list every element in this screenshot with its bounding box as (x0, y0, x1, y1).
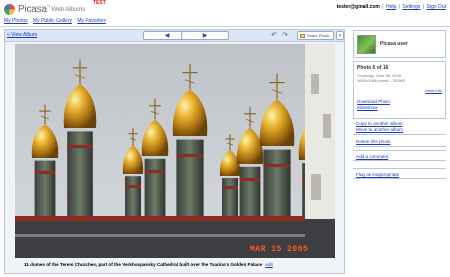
rotate-left-icon[interactable]: ↶ (270, 31, 278, 40)
separator: | (422, 4, 425, 10)
picasa-logo-icon (4, 3, 15, 15)
move-to-album-link[interactable]: Move to another album (356, 127, 443, 133)
user-email: tester@gmail.com (336, 4, 380, 10)
download-links: Download Photo Slideshow (357, 99, 390, 110)
photo-caption: 11 domes of the Terem Churches, part of … (24, 262, 334, 267)
share-photo-button[interactable]: Share Photo (297, 31, 334, 40)
test-badge: TEST (93, 0, 106, 6)
comment-section: Add a comment (353, 150, 446, 161)
next-photo-button[interactable]: ▶ (181, 31, 229, 40)
share-envelope-icon (300, 33, 305, 38)
flag-inappropriate-link[interactable]: Flag as inappropriate (356, 172, 443, 178)
brand-name: Picasa™ (18, 3, 50, 15)
picasa-logo[interactable]: Picasa™ Web Albums TEST (4, 0, 106, 15)
share-photo-label: Share Photo (307, 33, 330, 38)
user-avatar[interactable] (357, 34, 376, 54)
add-comment-link[interactable]: Add a comment (356, 154, 443, 160)
delete-photo-link[interactable]: Delete this photo (356, 139, 443, 145)
main-nav: My Photos My Public Gallery My Favorites (4, 18, 110, 24)
product-name: Web Albums (51, 7, 86, 13)
account-links: tester@gmail.com | Help | Settings | Sig… (337, 4, 446, 10)
caption-text: 11 domes of the Terem Churches, part of … (24, 262, 263, 267)
nav-my-photos[interactable]: My Photos (4, 18, 28, 24)
help-link[interactable]: Help (386, 4, 396, 10)
more-info-link[interactable]: more info (425, 88, 442, 93)
photo-meta: Thursday, June 08, 2006 1600×1066 pixels… (357, 73, 442, 83)
nav-favorites[interactable]: My Favorites (77, 18, 106, 24)
nav-public-gallery[interactable]: My Public Gallery (33, 18, 72, 24)
next-arrow-icon: ▶ (202, 33, 208, 39)
kremlin-domes-photo (15, 44, 335, 258)
photo-date-stamp: MAR 15 2005 (250, 245, 309, 254)
main-photo[interactable] (15, 44, 335, 258)
photo-size: 1600×1066 pixels – 393KB (357, 78, 405, 83)
download-photo-link[interactable]: Download Photo (357, 99, 390, 105)
magnify-icon[interactable]: ⌕ (336, 31, 344, 40)
delete-section: Delete this photo (353, 136, 446, 147)
rotate-right-icon[interactable]: ↷ (281, 31, 289, 40)
flag-section: Flag as inappropriate (353, 168, 446, 179)
view-album-link[interactable]: « View Album (7, 32, 37, 38)
separator: | (398, 4, 400, 10)
sign-out-link[interactable]: Sign Out (427, 4, 446, 10)
username: Picasa user (380, 41, 408, 47)
separator: | (382, 4, 384, 10)
album-actions: Copy to another album Move to another al… (353, 119, 446, 135)
photo-info-box: Photo 6 of 16 Thursday, June 08, 2006 16… (353, 61, 446, 119)
prev-arrow-icon: ◀ (164, 33, 170, 39)
user-box: Picasa user (353, 30, 446, 58)
header-divider (0, 26, 450, 27)
slideshow-link[interactable]: Slideshow (357, 105, 390, 111)
edit-caption-link[interactable]: edit (265, 262, 272, 267)
photo-number: Photo 6 of 16 (357, 65, 389, 71)
settings-link[interactable]: Settings (402, 4, 420, 10)
